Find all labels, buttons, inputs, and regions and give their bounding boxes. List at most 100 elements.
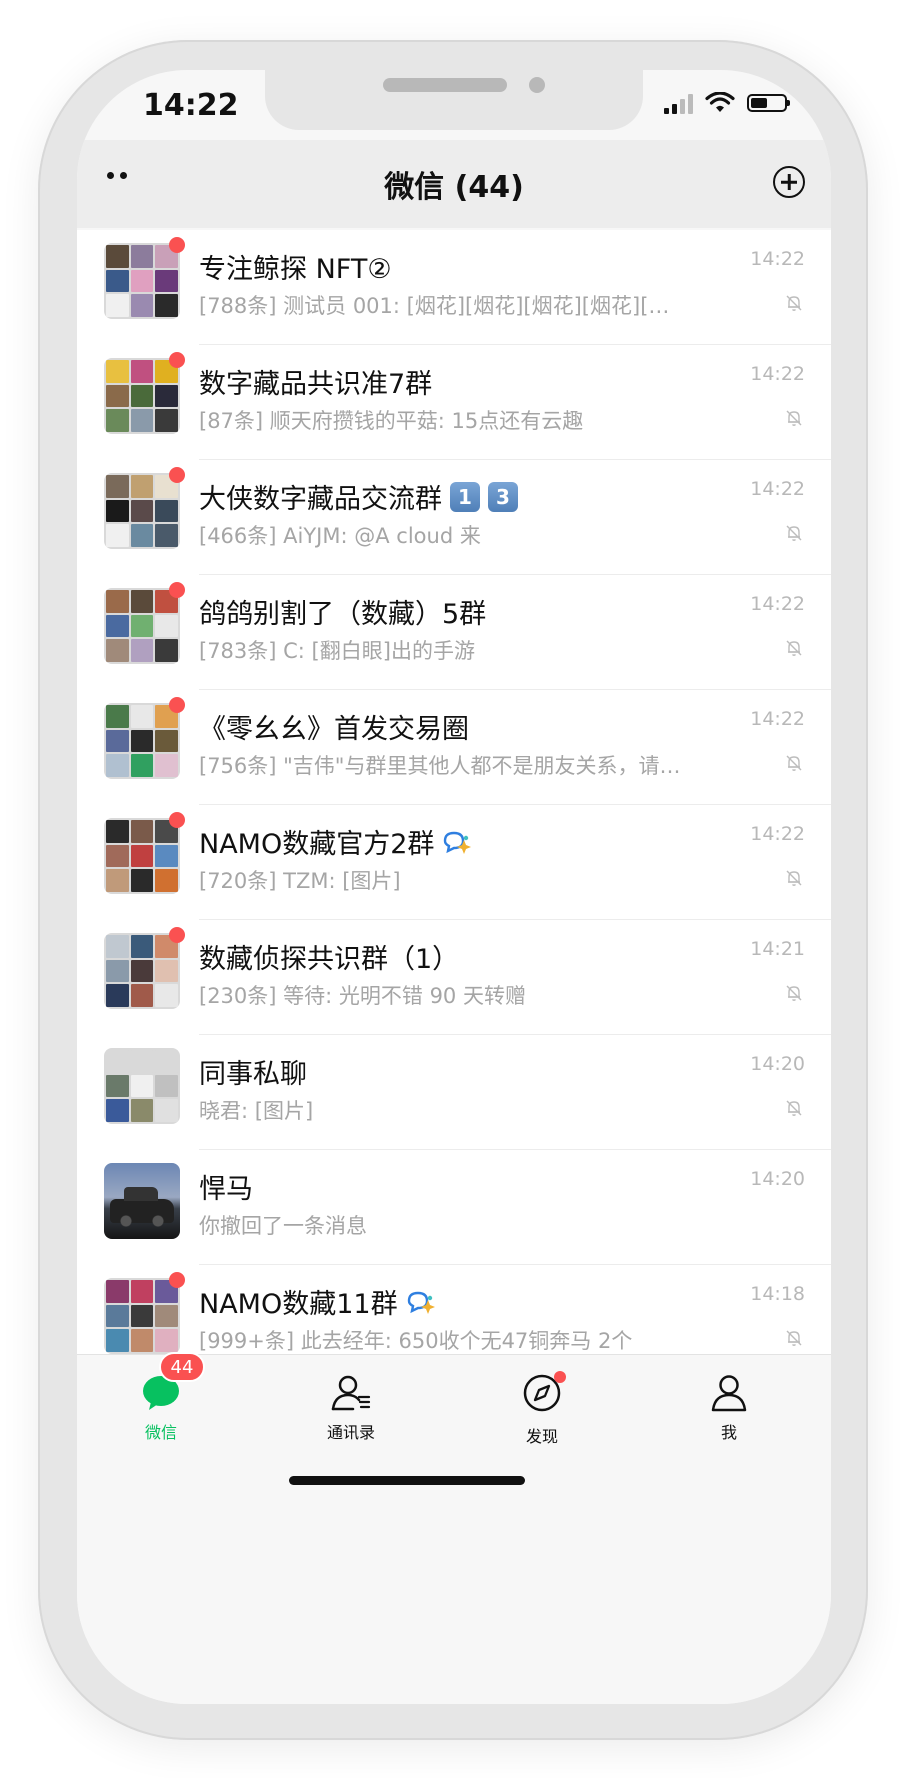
chat-row[interactable]: NAMO数藏官方2群 [720条] TZM: [图片] 14:22 [77,805,831,920]
avatar-tile [130,590,154,613]
avatar-tile [130,245,154,268]
chat-name: 数藏侦探共识群（1） [199,937,459,976]
avatar-tile [130,844,154,868]
status-icons [664,92,790,114]
chat-name-text: 悍马 [199,1174,253,1205]
add-icon[interactable] [773,166,805,198]
muted-bell-icon [786,755,802,771]
chat-name-text: NAMO数藏官方2群 [199,829,435,860]
tab-me[interactable]: 我 [669,1373,789,1443]
avatar-tile [155,639,178,662]
chat-row[interactable]: 悍马 你撤回了一条消息 14:20 [77,1150,831,1265]
chat-row[interactable]: 数藏侦探共识群（1） [230条] 等待: 光明不错 90 天转赠 14:21 [77,920,831,1035]
chat-preview: [756条] "吉伟"与群里其他人都不是朋友关系，请注意隐私安全 [199,754,689,778]
chat-name: NAMO数藏11群 [199,1282,436,1321]
muted-bell-icon [786,410,802,426]
avatar [104,1048,180,1124]
avatar-tile [106,729,129,753]
number-tag: 3 [488,481,518,512]
chat-name-text: NAMO数藏11群 [199,1289,398,1320]
avatar-tile [130,935,154,958]
tab-discover[interactable]: 发现 [482,1371,602,1447]
chat-preview: [230条] 等待: 光明不错 90 天转赠 [199,984,526,1008]
tab-bar: 微信 44 通讯录 发现 我 [77,1352,831,1704]
avatar [104,243,180,319]
tab-label: 我 [720,1423,737,1442]
avatar-tile [106,705,129,728]
chat-name: 大侠数字藏品交流群 1 3 [199,477,518,516]
chat-row[interactable]: 鸽鸽别割了（数藏）5群 [783条] C: [翻白眼]出的手游 14:22 [77,575,831,690]
tab-chats[interactable]: 微信 [101,1373,221,1443]
avatar-tile [130,1099,154,1122]
more-icon[interactable] [107,172,127,179]
tab-contacts[interactable]: 通讯录 [291,1373,411,1443]
tab-label: 微信 [144,1423,177,1442]
screen: 14:22 微信 (44) 专注鲸探 NFT② [788条] 测试员 001: [… [77,70,831,1704]
avatar-tile [130,754,154,777]
avatar-tile [130,869,154,892]
chat-preview: [466条] AiYJM: @A cloud 来 [199,524,481,548]
chat-preview: [720条] TZM: [图片] [199,869,401,893]
chat-name-text: 同事私聊 [199,1059,307,1090]
contacts-icon [331,1375,371,1411]
chat-row[interactable]: 数字藏品共识准7群 [87条] 顺天府攒钱的平菇: 15点还有云趣 14:22 [77,345,831,460]
avatar-tile [106,1099,129,1122]
chat-time: 14:18 [750,1283,805,1305]
avatar-tile [130,959,154,983]
avatar-tile [106,1304,129,1328]
avatar-tile [106,245,129,268]
page-title: 微信 (44) [384,170,524,205]
chat-row[interactable]: 同事私聊 晓君: [图片] 14:20 [77,1035,831,1150]
chat-list: 专注鲸探 NFT② [788条] 测试员 001: [烟花][烟花][烟花][烟花… [77,230,831,1380]
avatar-tile [155,294,178,317]
avatar-tile [106,959,129,983]
avatar-tile [130,269,154,293]
unread-dot [169,237,185,253]
chat-name-text: 数藏侦探共识群（1） [199,944,460,975]
avatar-tile [106,1329,129,1352]
chat-name: 数字藏品共识准7群 [199,362,432,401]
chat-name: 鸽鸽别割了（数藏）5群 [199,592,486,631]
chat-time: 14:22 [750,248,805,270]
avatar [104,1163,180,1239]
avatar-tile [155,269,178,293]
car-image [110,1187,174,1227]
speaker [383,78,507,92]
chat-name-text: 数字藏品共识准7群 [199,369,433,400]
unread-dot [169,582,185,598]
avatar-tile [155,614,178,638]
muted-bell-icon [786,870,802,886]
avatar-tile [106,409,129,432]
avatar-tile [106,844,129,868]
muted-bell-icon [786,295,802,311]
wifi-icon [705,92,735,112]
chat-preview: [783条] C: [翻白眼]出的手游 [199,639,475,663]
avatar-tile [106,614,129,638]
avatar-tile [130,475,154,498]
chat-preview: [788条] 测试员 001: [烟花][烟花][烟花][烟花][烟花] [199,294,689,318]
chat-row[interactable]: 专注鲸探 NFT② [788条] 测试员 001: [烟花][烟花][烟花][烟花… [77,230,831,345]
chat-time: 14:22 [750,363,805,385]
avatar-tile [130,499,154,523]
avatar-tile [106,639,129,662]
avatar-tile [155,729,178,753]
avatar-tile [155,499,178,523]
chat-row[interactable]: 《零幺幺》首发交易圈 [756条] "吉伟"与群里其他人都不是朋友关系，请注意隐私… [77,690,831,805]
avatar [104,818,180,894]
chat-name-text: 专注鲸探 NFT② [199,254,392,285]
muted-bell-icon [786,1100,802,1116]
avatar-tile [130,984,154,1007]
chat-preview: 你撤回了一条消息 [199,1214,367,1238]
tab-label: 发现 [525,1427,558,1446]
avatar [104,473,180,549]
avatar-tile [155,984,178,1007]
person-icon [711,1375,747,1412]
tab-label: 通讯录 [326,1423,375,1442]
chat-time: 14:20 [750,1053,805,1075]
chat-row[interactable]: 大侠数字藏品交流群 1 3 [466条] AiYJM: @A cloud 来 14:22 [77,460,831,575]
avatar-tile [130,1280,154,1303]
avatar [104,1278,180,1354]
avatar-tile [106,1050,129,1073]
unread-badge: 44 [159,1352,205,1382]
avatar [104,358,180,434]
